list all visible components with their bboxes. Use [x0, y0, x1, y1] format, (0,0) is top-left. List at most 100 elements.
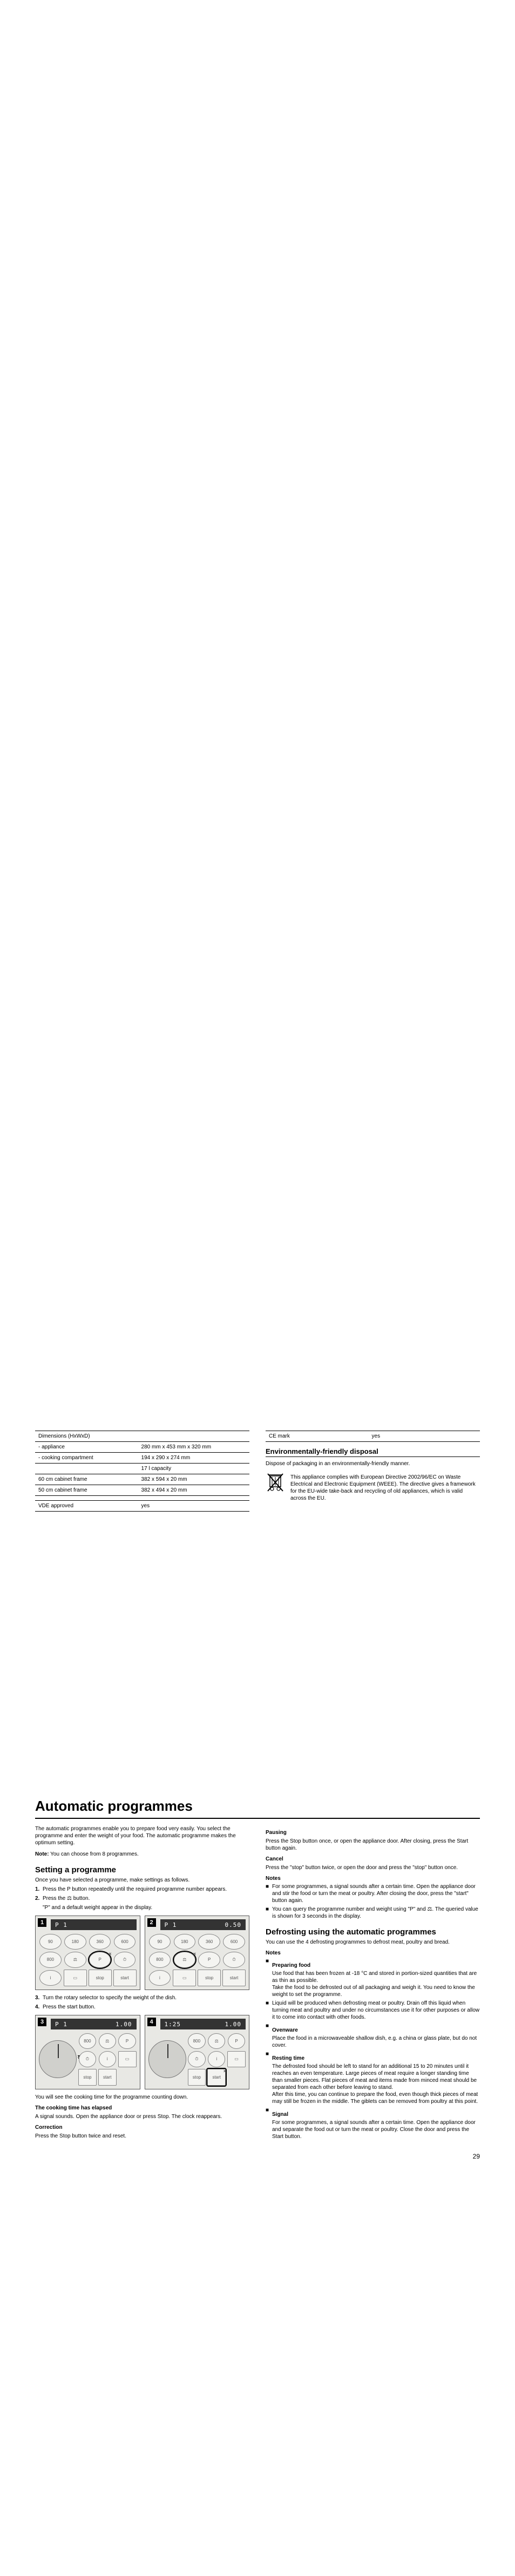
spec-label: VDE approved	[35, 1501, 138, 1512]
power-90-button: 90	[149, 1934, 171, 1950]
clock-button: ⏱	[188, 2051, 205, 2067]
step-text: Press the P button repeatedly until the …	[43, 1886, 227, 1893]
weee-bin-icon	[266, 1472, 285, 1493]
env-disposal-title: Environmentally-friendly disposal	[266, 1447, 480, 1457]
step-num: 2.	[35, 1895, 43, 1902]
open-button: ▭	[173, 1970, 196, 1986]
display-prog: P 1	[165, 1921, 177, 1928]
after-panels-text: You will see the cooking time for the pr…	[35, 2094, 249, 2101]
notes-title: Notes	[266, 1876, 480, 1882]
display-weight: 1.00	[116, 2021, 132, 2028]
spec-value: 382 x 494 x 20 mm	[138, 1485, 249, 1496]
display: P 1 1.00	[51, 2019, 137, 2029]
correction-body: Press the Stop button twice and reset.	[35, 2133, 249, 2140]
spec-value	[138, 1496, 249, 1501]
spec-label	[35, 1496, 138, 1501]
step-num	[35, 1904, 43, 1911]
bullet-icon: ■	[266, 2022, 272, 2049]
correction-title: Correction	[35, 2125, 249, 2130]
weight-button: ⚖	[99, 2033, 116, 2049]
open-button: ▭	[227, 2051, 246, 2068]
power-90-button: 90	[39, 1934, 62, 1950]
defrost-item-body: Use food that has been frozen at -18 °C …	[272, 1970, 480, 1998]
display: 1:25 1.00	[160, 2019, 246, 2029]
power-360-button: 360	[89, 1934, 111, 1950]
spec-value: 17 l capacity	[138, 1464, 249, 1474]
power-600-button: 600	[223, 1934, 245, 1950]
bullet-icon: ■	[266, 1906, 272, 1920]
start-button: start	[98, 2069, 117, 2086]
rotary-selector	[148, 2040, 186, 2078]
weight-button: ⚖×	[174, 1952, 196, 1968]
env-body: This appliance complies with European Di…	[290, 1474, 480, 1502]
open-button: ▭	[64, 1970, 87, 1986]
control-panel-2: 2 P 1 0.50 90 180 360 600 800 ⚖× P ⏱	[145, 1916, 250, 1990]
spec-label: 50 cm cabinet frame	[35, 1485, 138, 1496]
spec-label: Dimensions (HxWxD)	[35, 1431, 138, 1442]
stop-button: stop	[188, 2069, 206, 2086]
display-time: 1:25	[165, 2021, 181, 2028]
weight-button: ⚖	[208, 2033, 225, 2049]
step-text: Press the start button.	[43, 2004, 96, 2011]
power-800-button: 800	[149, 1952, 171, 1968]
step-text: Turn the rotary selector to specify the …	[43, 1994, 177, 2001]
panel-step-badge: 3	[38, 2018, 46, 2026]
control-panel-3: 3 P 1 1.00 ↻ 800 ⚖	[35, 2015, 140, 2089]
display-prog: P 1	[55, 1921, 67, 1928]
info-button: i	[99, 2051, 116, 2067]
info-button: i	[39, 1970, 62, 1986]
defrost-intro: You can use the 4 defrosting programmes …	[266, 1939, 480, 1946]
weight-button: ⚖	[64, 1952, 86, 1968]
control-panel-1: 1 P 1 90 180 360 600 800 ⚖ P× ⏱	[35, 1916, 140, 1990]
spec-table: Dimensions (HxWxD) - appliance280 mm x 4…	[35, 1431, 249, 1512]
defrost-title: Defrosting using the automatic programme…	[266, 1927, 480, 1937]
panel-step-badge: 1	[38, 1918, 46, 1927]
elapsed-title: The cooking time has elapsed	[35, 2105, 249, 2111]
start-button: start	[222, 1970, 246, 1986]
spec-label: - appliance	[35, 1442, 138, 1453]
defrost-notes-title: Notes	[266, 1950, 480, 1956]
spec-label: 60 cm cabinet frame	[35, 1474, 138, 1485]
display-weight: 1.00	[225, 2021, 242, 2028]
defrost-item-body: For some programmes, a signal sounds aft…	[272, 2119, 480, 2140]
spec-value	[138, 1431, 249, 1442]
bullet-icon: ■	[266, 1883, 272, 1904]
programme-button: P×	[89, 1952, 111, 1968]
display-prog: P 1	[55, 2021, 67, 2028]
bullet-icon: ■	[266, 2000, 272, 2021]
defrost-item-title: Preparing food	[272, 1962, 480, 1969]
defrost-item-title: Signal	[272, 2111, 480, 2118]
setting-intro: Once you have selected a programme, make…	[35, 1877, 249, 1884]
defrost-item-body: Liquid will be produced when defrosting …	[272, 2000, 480, 2021]
control-panel-4: 4 1:25 1.00 800 ⚖ P ⏱	[145, 2015, 250, 2089]
defrost-item-title: Ovenware	[272, 2027, 480, 2034]
display-weight: 0.50	[225, 1921, 242, 1928]
power-360-button: 360	[198, 1934, 220, 1950]
programme-button: P	[118, 2033, 135, 2049]
panel-step-badge: 4	[147, 2018, 156, 2026]
cancel-body: Press the "stop" button twice, or open t…	[266, 1864, 480, 1871]
display: P 1	[51, 1919, 137, 1930]
bullet-icon: ■	[266, 1958, 272, 1998]
defrost-item-body: The defrosted food should be left to sta…	[272, 2063, 480, 2105]
spec-value: 280 mm x 453 mm x 320 mm	[138, 1442, 249, 1453]
start-button: start	[113, 1970, 137, 1986]
automatic-programmes-heading: Automatic programmes	[0, 1798, 515, 1815]
step-num: 3.	[35, 1994, 43, 2001]
intro-text: The automatic programmes enable you to p…	[35, 1825, 249, 1846]
power-180-button: 180	[174, 1934, 196, 1950]
rotary-selector: ↻	[39, 2040, 77, 2078]
power-600-button: 600	[114, 1934, 136, 1950]
clock-button: ⏱	[223, 1952, 245, 1968]
note-label: Note:	[35, 1851, 49, 1857]
clock-button: ⏱	[79, 2051, 96, 2067]
note-item: You can query the programme number and w…	[272, 1906, 480, 1920]
env-intro: Dispose of packaging in an environmental…	[266, 1460, 480, 1467]
panel-step-badge: 2	[147, 1918, 156, 1927]
info-button: i	[208, 2051, 225, 2067]
bullet-icon: ■	[266, 2107, 272, 2140]
step-num: 1.	[35, 1886, 43, 1893]
spec-value: yes	[138, 1501, 249, 1512]
step-text: "P" and a default weight appear in the d…	[43, 1904, 152, 1911]
bullet-icon: ■	[266, 2051, 272, 2105]
